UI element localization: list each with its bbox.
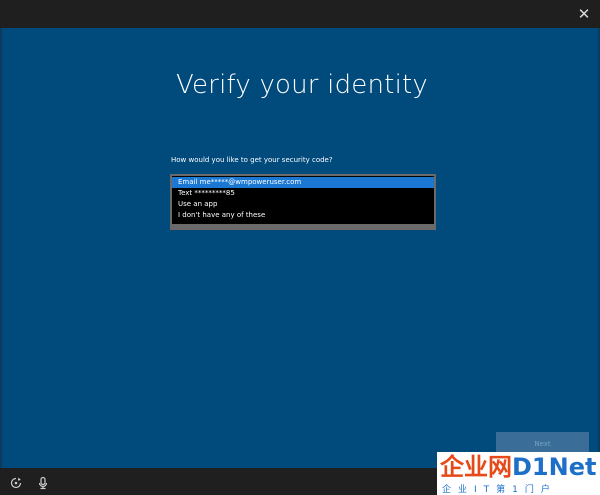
security-code-question: How would you like to get your security … (171, 156, 333, 164)
ease-of-access-icon[interactable] (9, 475, 23, 489)
oobe-panel: Verify your identity How would you like … (0, 28, 600, 468)
oobe-window: ✕ Verify your identity How would you lik… (0, 0, 600, 495)
option-text[interactable]: Text *********85 (172, 188, 434, 199)
watermark-tagline: 企业IT第1门户 (442, 485, 557, 495)
close-icon[interactable]: ✕ (574, 4, 594, 24)
page-title: Verify your identity (176, 70, 428, 100)
option-app[interactable]: Use an app (172, 199, 434, 210)
option-none[interactable]: I don't have any of these (172, 210, 434, 221)
microphone-icon[interactable] (36, 475, 50, 490)
watermark-brand: 企业网D1Net (440, 453, 597, 481)
watermark-logo: 企业网D1Net 企业IT第1门户 (437, 452, 600, 495)
verification-method-listbox[interactable]: Email me*****@wmpoweruser.com Text *****… (170, 174, 436, 230)
option-email[interactable]: Email me*****@wmpoweruser.com (172, 177, 434, 188)
title-bar: ✕ (0, 0, 600, 28)
